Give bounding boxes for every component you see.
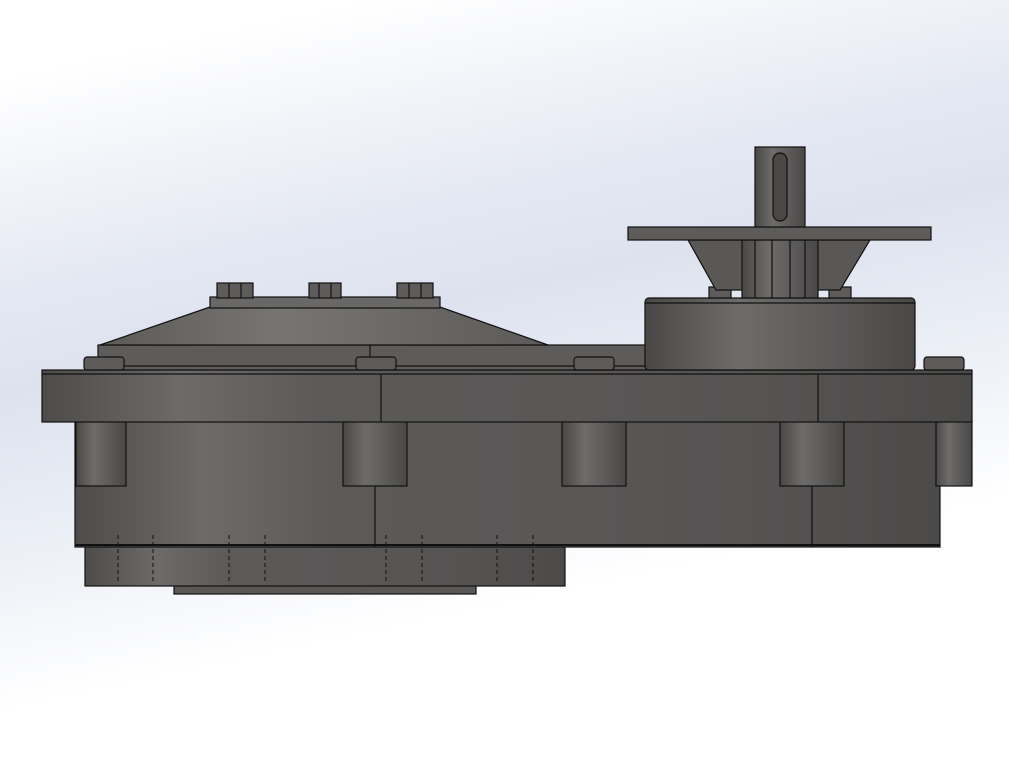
boss xyxy=(342,419,408,487)
mounting-plate xyxy=(627,226,932,241)
flange-bolt xyxy=(923,356,965,371)
top-bolts xyxy=(216,282,434,299)
gearbox-model[interactable] xyxy=(0,0,1009,774)
boss xyxy=(75,419,127,487)
flange-bolt xyxy=(573,356,615,371)
top-flange xyxy=(41,369,973,423)
flange-bolt xyxy=(355,356,397,371)
keyway xyxy=(772,152,788,222)
boss xyxy=(561,419,627,487)
boss xyxy=(779,419,845,487)
tapered-cover xyxy=(99,296,549,346)
bolt xyxy=(308,282,342,299)
bolt xyxy=(396,282,434,299)
boss xyxy=(935,419,973,487)
bottom-flange xyxy=(84,544,566,587)
bolt xyxy=(216,282,254,299)
cad-viewport[interactable] xyxy=(0,0,1009,774)
flange-bolt xyxy=(83,356,125,371)
right-housing xyxy=(644,297,916,371)
output-shaft xyxy=(754,146,806,228)
